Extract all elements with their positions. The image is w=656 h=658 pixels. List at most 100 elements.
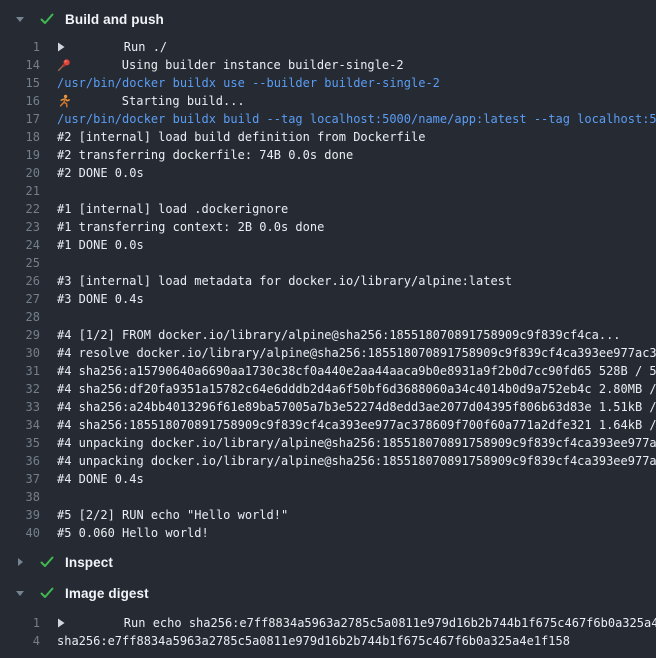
log-line[interactable]: 31 #4 sha256:a15790640a66 <box>0 362 656 380</box>
line-number[interactable]: 33 <box>0 398 40 416</box>
log-line[interactable]: 26 #3 [internal] load met <box>0 272 656 290</box>
section-title: Build and push <box>60 12 164 27</box>
line-text: #4 sha256:df20fa9351a15782c64e6dddb2d4a6… <box>57 380 656 398</box>
log-line[interactable]: 29 #4 [1/2] FROM docker.i <box>0 326 656 344</box>
line-number[interactable]: 15 <box>0 74 40 92</box>
log-line[interactable]: 35 #4 unpacking docker.io <box>0 434 656 452</box>
line-text: Starting build... <box>122 92 245 110</box>
line-content: /usr/bin/docker buildx build --tag local… <box>57 110 656 128</box>
line-number[interactable]: 21 <box>0 182 40 200</box>
line-text: /usr/bin/docker buildx build --tag local… <box>57 110 656 128</box>
line-content: #4 sha256:df20fa9351a15782c64e6dddb2d4a6… <box>57 380 656 398</box>
line-content: #5 [2/2] RUN echo "Hello world!" <box>57 506 288 524</box>
line-number[interactable]: 36 <box>0 452 40 470</box>
section-header-image-digest[interactable]: Image digest <box>0 583 656 603</box>
line-number[interactable]: 16 <box>0 92 40 110</box>
play-triangle-icon[interactable] <box>57 614 115 632</box>
log-line[interactable]: 30 #4 resolve docker.io/l <box>0 344 656 362</box>
log-line[interactable]: 20 #2 DONE 0.0s <box>0 164 656 182</box>
log-line[interactable]: 18 #2 [internal] load bui <box>0 128 656 146</box>
log-line[interactable]: 38 <box>0 488 656 506</box>
line-number[interactable]: 25 <box>0 254 40 272</box>
pushpin-icon <box>57 56 115 74</box>
line-number[interactable]: 37 <box>0 470 40 488</box>
line-content: #1 [internal] load .dockerignore <box>57 200 288 218</box>
section-log-lines: 1 Run ./ <box>0 38 656 542</box>
log-line[interactable]: 15 /usr/bin/docker buildx <box>0 74 656 92</box>
caret-right-icon[interactable] <box>15 557 25 567</box>
line-content: /usr/bin/docker buildx use --builder bui… <box>57 74 440 92</box>
line-number[interactable]: 4 <box>0 632 40 650</box>
line-content: Run ./ <box>57 38 167 56</box>
line-text: Run echo sha256:e7ff8834a5963a2785c5a081… <box>124 614 656 632</box>
log-section: Inspect <box>0 552 656 572</box>
log-line[interactable]: 39 #5 [2/2] RUN echo "Hel <box>0 506 656 524</box>
line-number[interactable]: 14 <box>0 56 40 74</box>
line-number[interactable]: 35 <box>0 434 40 452</box>
line-number[interactable]: 19 <box>0 146 40 164</box>
line-text: #4 unpacking docker.io/library/alpine@sh… <box>57 434 656 452</box>
section-header-build-and-push[interactable]: Build and push <box>0 9 656 29</box>
log-line[interactable]: 16 Starting build... <box>0 92 656 110</box>
section-header-inspect[interactable]: Inspect <box>0 552 656 572</box>
line-text: #1 [internal] load .dockerignore <box>57 200 288 218</box>
caret-down-icon[interactable] <box>15 14 25 24</box>
log-section: Image digest 1 <box>0 583 656 650</box>
line-number[interactable]: 1 <box>0 614 40 632</box>
line-content: #4 unpacking docker.io/library/alpine@sh… <box>57 434 656 452</box>
line-content: #3 DONE 0.4s <box>57 290 144 308</box>
check-icon <box>40 587 54 599</box>
line-text: #2 transferring dockerfile: 74B 0.0s don… <box>57 146 353 164</box>
line-number[interactable]: 39 <box>0 506 40 524</box>
log-line[interactable]: 21 <box>0 182 656 200</box>
log-line[interactable]: 14 Using builder instance <box>0 56 656 74</box>
line-number[interactable]: 31 <box>0 362 40 380</box>
log-line[interactable]: 27 #3 DONE 0.4s <box>0 290 656 308</box>
line-number[interactable]: 32 <box>0 380 40 398</box>
log-line[interactable]: 1 Run ./ <box>0 38 656 56</box>
line-number[interactable]: 28 <box>0 308 40 326</box>
play-triangle-icon[interactable] <box>57 38 115 56</box>
log-line[interactable]: 17 /usr/bin/docker buildx <box>0 110 656 128</box>
log-line[interactable]: 1 Run echo sha256:e7ff883 <box>0 614 656 632</box>
line-number[interactable]: 27 <box>0 290 40 308</box>
check-icon <box>40 556 54 568</box>
line-text: #3 DONE 0.4s <box>57 290 144 308</box>
log-line[interactable]: 25 <box>0 254 656 272</box>
line-number[interactable]: 29 <box>0 326 40 344</box>
log-line[interactable]: 36 #4 unpacking docker.io <box>0 452 656 470</box>
line-number[interactable]: 22 <box>0 200 40 218</box>
log-line[interactable]: 33 #4 sha256:a24bb4013296 <box>0 398 656 416</box>
line-number[interactable]: 38 <box>0 488 40 506</box>
log-line[interactable]: 22 #1 [internal] load .do <box>0 200 656 218</box>
line-number[interactable]: 30 <box>0 344 40 362</box>
line-content: #2 DONE 0.0s <box>57 164 144 182</box>
log-line[interactable]: 37 #4 DONE 0.4s <box>0 470 656 488</box>
line-content: Starting build... <box>57 92 245 110</box>
line-number[interactable]: 1 <box>0 38 40 56</box>
log-line[interactable]: 28 <box>0 308 656 326</box>
line-number[interactable]: 24 <box>0 236 40 254</box>
line-number[interactable]: 18 <box>0 128 40 146</box>
line-number[interactable]: 34 <box>0 416 40 434</box>
log-line[interactable]: 19 #2 transferring docker <box>0 146 656 164</box>
log-line[interactable]: 4 sha256:e7ff8834a5963a27 <box>0 632 656 650</box>
log-line[interactable]: 32 #4 sha256:df20fa9351a1 <box>0 380 656 398</box>
caret-down-icon[interactable] <box>15 588 25 598</box>
line-text: #1 transferring context: 2B 0.0s done <box>57 218 324 236</box>
line-content: #1 DONE 0.0s <box>57 236 144 254</box>
line-number[interactable]: 17 <box>0 110 40 128</box>
line-content: #1 transferring context: 2B 0.0s done <box>57 218 324 236</box>
section-title: Inspect <box>60 555 113 570</box>
line-number[interactable]: 40 <box>0 524 40 542</box>
line-content: #4 DONE 0.4s <box>57 470 144 488</box>
log-line[interactable]: 24 #1 DONE 0.0s <box>0 236 656 254</box>
log-line[interactable]: 40 #5 0.060 Hello world! <box>0 524 656 542</box>
line-number[interactable]: 23 <box>0 218 40 236</box>
log-line[interactable]: 23 #1 transferring contex <box>0 218 656 236</box>
line-text: #4 unpacking docker.io/library/alpine@sh… <box>57 452 656 470</box>
line-content: #3 [internal] load metadata for docker.i… <box>57 272 512 290</box>
line-number[interactable]: 26 <box>0 272 40 290</box>
log-line[interactable]: 34 #4 sha256:185518070891 <box>0 416 656 434</box>
line-number[interactable]: 20 <box>0 164 40 182</box>
